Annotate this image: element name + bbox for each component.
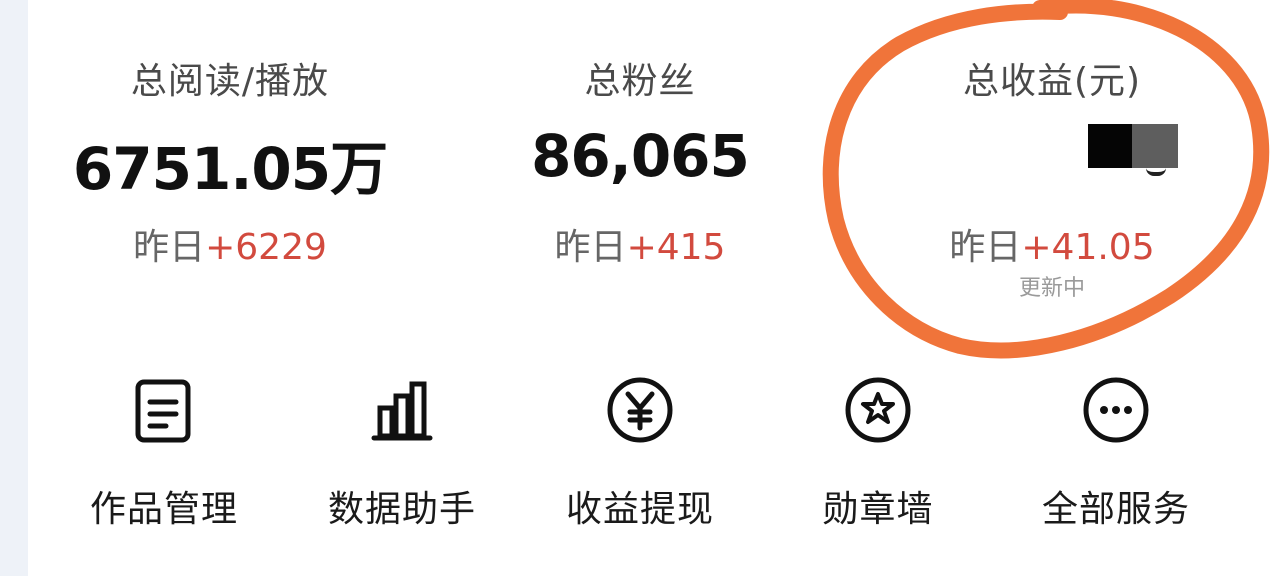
service-works-management[interactable]: 作品管理: [54, 372, 274, 542]
stat-value: 86,065: [531, 122, 750, 190]
stat-value: 6751.05万: [72, 135, 388, 203]
stat-delta: 昨日+6229: [30, 218, 430, 270]
delta-prefix: 昨日: [949, 227, 1022, 268]
delta-value: +415: [626, 227, 726, 268]
yuan-coin-icon: [607, 377, 673, 443]
delta-value: +41.05: [1021, 227, 1155, 268]
delta-prefix: 昨日: [133, 227, 206, 268]
service-earnings-withdraw[interactable]: 收益提现: [530, 372, 750, 542]
stat-label: 总阅读/播放: [130, 61, 330, 102]
service-label: 数据助手: [327, 489, 476, 530]
bar-chart-icon: [371, 381, 433, 441]
service-data-assistant[interactable]: 数据助手: [292, 372, 512, 542]
stat-delta: 昨日+41.05: [852, 218, 1252, 270]
update-status: 更新中: [1018, 276, 1085, 301]
more-icon: [1083, 377, 1149, 443]
service-all-services[interactable]: 全部服务: [1006, 372, 1226, 542]
service-label: 收益提现: [565, 489, 714, 530]
delta-prefix: 昨日: [554, 227, 627, 268]
service-medal-wall[interactable]: 勋章墙: [768, 372, 988, 542]
star-badge-icon: [845, 377, 911, 443]
stat-label: 总粉丝: [584, 61, 696, 102]
stat-delta: 昨日+415: [440, 218, 840, 270]
service-label: 勋章墙: [822, 489, 934, 530]
delta-value: +6229: [205, 227, 327, 268]
service-label: 全部服务: [1041, 489, 1190, 530]
stat-label: 总收益(元): [962, 61, 1142, 102]
redacted-earnings-value: [1088, 124, 1180, 176]
document-icon: [135, 379, 191, 443]
creator-dashboard-card: 总阅读/播放 6751.05万 昨日+6229 总粉丝 86,065 昨日+41…: [28, 0, 1276, 576]
service-label: 作品管理: [89, 489, 238, 530]
